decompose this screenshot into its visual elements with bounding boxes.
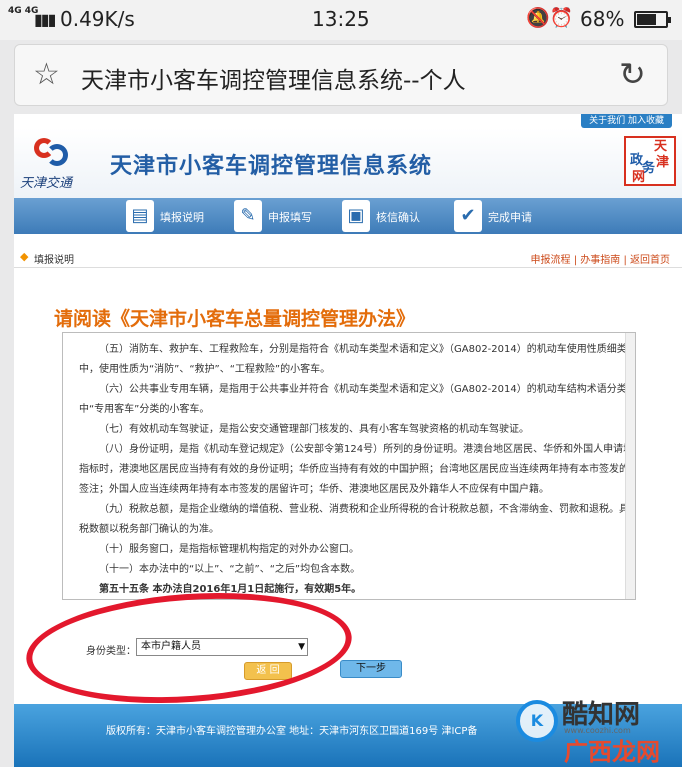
regulation-text-box[interactable]: （五）消防车、救护车、工程救险车，分别是指符合《机动车类型术语和定义》（GA80… (62, 332, 636, 600)
back-button[interactable]: 返 回 (244, 662, 292, 680)
logo-mark-icon (30, 134, 70, 170)
confirm-icon: ▣ (342, 200, 370, 232)
clause-line: 税数额以税务部门确认的为准。 (63, 521, 623, 539)
watermark-logo-icon: K (516, 700, 558, 742)
stamp-char: 天 (654, 139, 668, 154)
step-label: 核信确认 (376, 211, 420, 224)
id-type-label: 身份类型： (86, 646, 136, 657)
clause-text: 第五十五条 本办法自2016年1月1日起施行，有效期5年。 (99, 584, 362, 595)
clause-line: 指标时，港澳地区居民应当持有有效的身份证明；华侨应当持有有效的中国护照；台湾地区… (63, 461, 636, 479)
clause-line: （十）服务窗口，是指指标管理机构指定的对外办公窗口。 (63, 541, 623, 559)
battery-percent: 68% (580, 7, 625, 31)
edit-icon: ✎ (234, 200, 262, 232)
clause-line: 签注；外国人应当连续两年持有本市签发的居留许可；华侨、港澳地区居民及外籍华人不应… (63, 481, 623, 499)
clause-text: （十）服务窗口，是指指标管理机构指定的对外办公窗口。 (99, 544, 359, 555)
dropdown-arrow-icon: ▼ (298, 642, 305, 652)
id-type-value: 本市户籍人员 (141, 641, 201, 652)
clause-text: （五）消防车、救护车、工程救险车，分别是指符合《机动车类型术语和定义》（GA80… (99, 344, 636, 355)
breadcrumb-links[interactable]: 申报流程 | 办事指南 | 返回首页 (531, 251, 670, 266)
step-label: 填报说明 (160, 211, 204, 224)
bookmark-star-icon[interactable]: ☆ (33, 57, 60, 92)
site-header: 天津交通 天津市小客车调控管理信息系统 政 天 务 津 网 (14, 128, 682, 198)
battery-fill (637, 14, 657, 25)
clause-line: 中，使用性质为“消防”、“救护”、“工程救险”的小客车。 (63, 361, 623, 379)
network-speed: 0.49K/s (60, 7, 135, 31)
gov-service-stamp[interactable]: 政 天 务 津 网 (624, 136, 676, 186)
scrollbar[interactable] (625, 333, 635, 599)
clock: 13:25 (312, 7, 370, 31)
clause-text: （十一）本办法中的“以上”、“之前”、“之后”均包含本数。 (99, 564, 361, 575)
battery-icon (634, 11, 671, 28)
clause-text: （九）税款总额，是指企业缴纳的增值税、营业税、消费税和企业所得税的合计税款总额，… (99, 504, 636, 515)
progress-steps: ▤ 填报说明 ✎ 申报填写 ▣ 核信确认 ✔ 完成申请 (14, 198, 682, 234)
site-title: 天津市小客车调控管理信息系统 (110, 154, 433, 179)
step-label: 完成申请 (488, 211, 532, 224)
page-tab-title[interactable]: 天津市小客车调控管理信息系统--个人 (81, 61, 466, 95)
clause-line: （七）有效机动车驾驶证，是指公安交通管理部门核发的、具有小客车驾驶资格的机动车驾… (63, 421, 623, 439)
logo-text: 天津交通 (20, 176, 73, 191)
stamp-char: 津 (656, 155, 670, 170)
address-bar[interactable]: ☆ 天津市小客车调控管理信息系统--个人 ↻ (14, 44, 668, 106)
clause-line: （十一）本办法中的“以上”、“之前”、“之后”均包含本数。 (63, 561, 623, 579)
watermark: K 酷知网 www.coozhi.com 广西龙网 (512, 692, 682, 767)
breadcrumb-current: 填报说明 (34, 255, 74, 266)
check-icon: ✔ (454, 200, 482, 232)
watermark-text-2: 广西龙网 (564, 738, 660, 766)
clause-text: （八）身份证明，是指《机动车登记规定》（公安部令第124号）所列的身份证明。港澳… (99, 444, 636, 455)
notice-title: 请阅读《天津市小客车总量调控管理办法》 (54, 308, 416, 330)
clause-line: 第五十五条 本办法自2016年1月1日起施行，有效期5年。 (63, 581, 623, 599)
top-links[interactable]: 关于我们 加入收藏 (581, 114, 672, 128)
footer-text: 版权所有：天津市小客车调控管理办公室 地址：天津市河东区卫国道169号 津ICP… (106, 726, 478, 737)
clause-line: （六）公共事业专用车辆，是指用于公共事业并符合《机动车类型术语和定义》（GA80… (63, 381, 636, 399)
mute-alarm-icon: 🔕⏰ (526, 7, 574, 29)
clause-text: 中“专用客车”分类的小客车。 (79, 404, 210, 415)
clause-line: （九）税款总额，是指企业缴纳的增值税、营业税、消费税和企业所得税的合计税款总额，… (63, 501, 636, 519)
clause-line: （五）消防车、救护车、工程救险车，分别是指符合《机动车类型术语和定义》（GA80… (63, 341, 636, 359)
clause-text: 指标时，港澳地区居民应当持有有效的身份证明；华侨应当持有有效的中国护照；台湾地区… (79, 464, 636, 475)
clause-line: 中“专用客车”分类的小客车。 (63, 401, 623, 419)
breadcrumb: ◆ 填报说明 申报流程 | 办事指南 | 返回首页 (14, 246, 682, 268)
clause-text: 中，使用性质为“消防”、“救护”、“工程救险”的小客车。 (79, 364, 331, 375)
clause-text: （七）有效机动车驾驶证，是指公安交通管理部门核发的、具有小客车驾驶资格的机动车驾… (99, 424, 529, 435)
clause-text: 税数额以税务部门确认的为准。 (79, 524, 219, 535)
arrow-icon: ◆ (20, 250, 29, 263)
reload-icon[interactable]: ↻ (619, 55, 646, 93)
doc-icon: ▤ (126, 200, 154, 232)
clause-text: 签注；外国人应当连续两年持有本市签发的居留许可；华侨、港澳地区居民及外籍华人不应… (79, 484, 549, 495)
web-page: 关于我们 加入收藏 天津交通 天津市小客车调控管理信息系统 政 天 务 津 网 … (14, 114, 682, 704)
signal-icon: ▮▮▮ (34, 10, 56, 29)
stamp-char: 网 (632, 170, 646, 185)
clause-text: （六）公共事业专用车辆，是指用于公共事业并符合《机动车类型术语和定义》（GA80… (99, 384, 636, 395)
id-type-select[interactable]: 本市户籍人员 ▼ (136, 638, 308, 656)
clause-line: （八）身份证明，是指《机动车登记规定》（公安部令第124号）所列的身份证明。港澳… (63, 441, 636, 459)
tianjin-transport-logo[interactable]: 天津交通 (20, 134, 82, 192)
status-bar: 4G 4G ▮▮▮ 0.49K/s 13:25 🔕⏰ 68% (0, 0, 682, 40)
step-label: 申报填写 (268, 211, 312, 224)
next-button[interactable]: 下一步 (340, 660, 402, 678)
